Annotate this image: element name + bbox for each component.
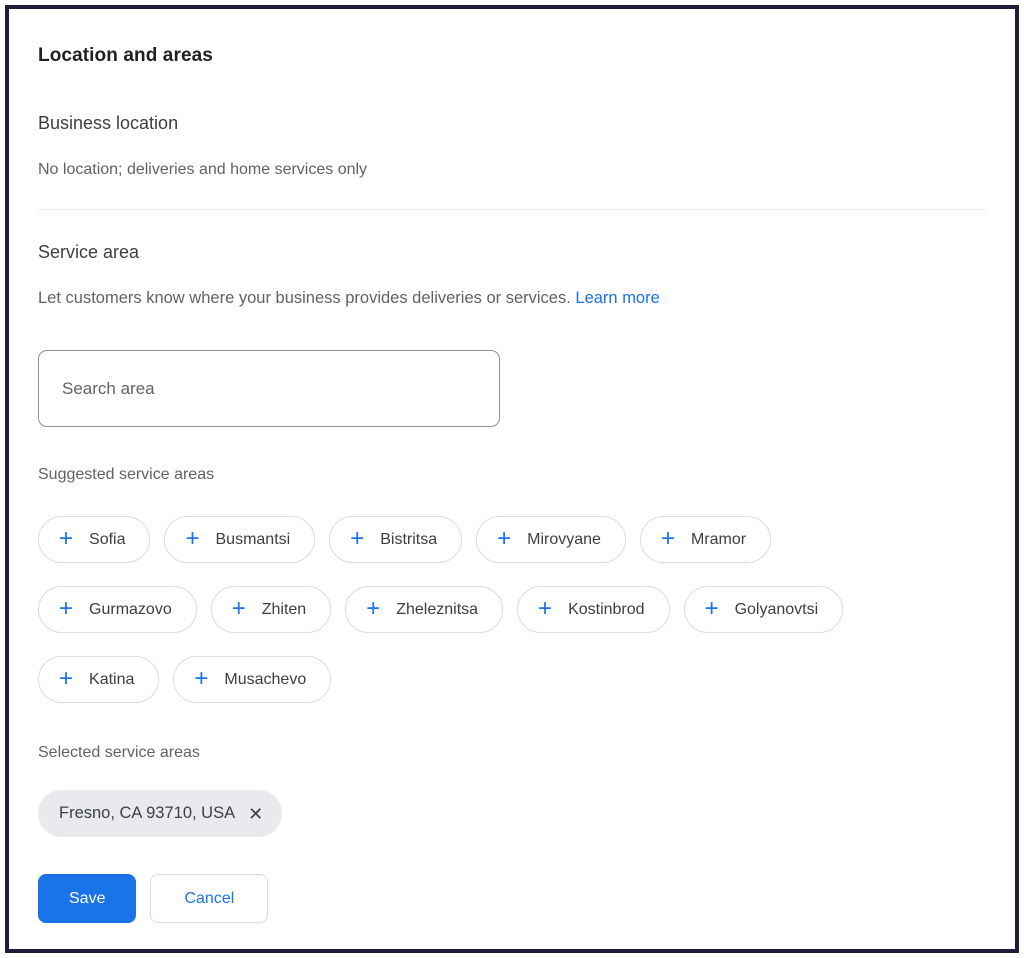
plus-icon: + — [538, 597, 552, 621]
chip-label: Zheleznitsa — [396, 601, 478, 619]
plus-icon: + — [194, 667, 208, 691]
page-title: Location and areas — [38, 45, 986, 67]
service-area-description: Let customers know where your business p… — [38, 289, 986, 308]
plus-icon: + — [497, 527, 511, 551]
close-icon[interactable]: ✕ — [248, 805, 263, 823]
chip-label: Bistritsa — [380, 531, 437, 549]
cancel-button[interactable]: Cancel — [150, 874, 268, 923]
suggested-areas-label: Suggested service areas — [38, 465, 986, 484]
suggested-area-chip[interactable]: + Zheleznitsa — [345, 586, 503, 633]
search-area-input[interactable] — [38, 350, 500, 427]
suggested-areas-row: + Sofia + Busmantsi + Bistritsa + Mirovyane + Mra… — [38, 516, 986, 563]
service-area-heading: Service area — [38, 242, 986, 263]
action-buttons: Save Cancel — [38, 874, 986, 923]
business-location-heading: Business location — [38, 113, 986, 134]
suggested-areas-list: + Sofia + Busmantsi + Bistritsa + Mirovyane + Mra… — [38, 516, 986, 703]
location-and-areas-panel: Location and areas Business location No … — [9, 9, 1015, 923]
plus-icon: + — [185, 527, 199, 551]
selected-area-chip[interactable]: Fresno, CA 93710, USA ✕ — [38, 790, 282, 837]
suggested-area-chip[interactable]: + Kostinbrod — [517, 586, 670, 633]
chip-label: Sofia — [89, 531, 125, 549]
suggested-area-chip[interactable]: + Mirovyane — [476, 516, 626, 563]
chip-label: Zhiten — [262, 601, 306, 619]
chip-label: Golyanovtsi — [735, 601, 819, 619]
plus-icon: + — [661, 527, 675, 551]
chip-label: Mramor — [691, 531, 746, 549]
plus-icon: + — [59, 667, 73, 691]
learn-more-link[interactable]: Learn more — [575, 289, 659, 307]
section-divider — [38, 209, 986, 210]
plus-icon: + — [366, 597, 380, 621]
suggested-area-chip[interactable]: + Bistritsa — [329, 516, 462, 563]
chip-label: Busmantsi — [216, 531, 291, 549]
chip-label: Fresno, CA 93710, USA — [59, 804, 235, 823]
suggested-area-chip[interactable]: + Sofia — [38, 516, 150, 563]
suggested-area-chip[interactable]: + Musachevo — [173, 656, 331, 703]
suggested-area-chip[interactable]: + Golyanovtsi — [684, 586, 844, 633]
plus-icon: + — [232, 597, 246, 621]
service-area-description-text: Let customers know where your business p… — [38, 289, 571, 307]
chip-label: Katina — [89, 671, 134, 689]
save-button[interactable]: Save — [38, 874, 136, 923]
chip-label: Gurmazovo — [89, 601, 172, 619]
business-location-description: No location; deliveries and home service… — [38, 160, 986, 179]
suggested-area-chip[interactable]: + Gurmazovo — [38, 586, 197, 633]
chip-label: Kostinbrod — [568, 601, 645, 619]
suggested-area-chip[interactable]: + Zhiten — [211, 586, 331, 633]
chip-label: Mirovyane — [527, 531, 601, 549]
plus-icon: + — [350, 527, 364, 551]
dialog-frame: Location and areas Business location No … — [5, 5, 1019, 953]
chip-label: Musachevo — [224, 671, 306, 689]
selected-areas-list: Fresno, CA 93710, USA ✕ — [38, 790, 986, 837]
plus-icon: + — [705, 597, 719, 621]
plus-icon: + — [59, 527, 73, 551]
suggested-areas-row: + Gurmazovo + Zhiten + Zheleznitsa + Kostinbrod… — [38, 586, 986, 633]
suggested-area-chip[interactable]: + Katina — [38, 656, 159, 703]
suggested-area-chip[interactable]: + Mramor — [640, 516, 771, 563]
suggested-areas-row: + Katina + Musachevo — [38, 656, 986, 703]
selected-areas-label: Selected service areas — [38, 743, 986, 762]
plus-icon: + — [59, 597, 73, 621]
suggested-area-chip[interactable]: + Busmantsi — [164, 516, 315, 563]
